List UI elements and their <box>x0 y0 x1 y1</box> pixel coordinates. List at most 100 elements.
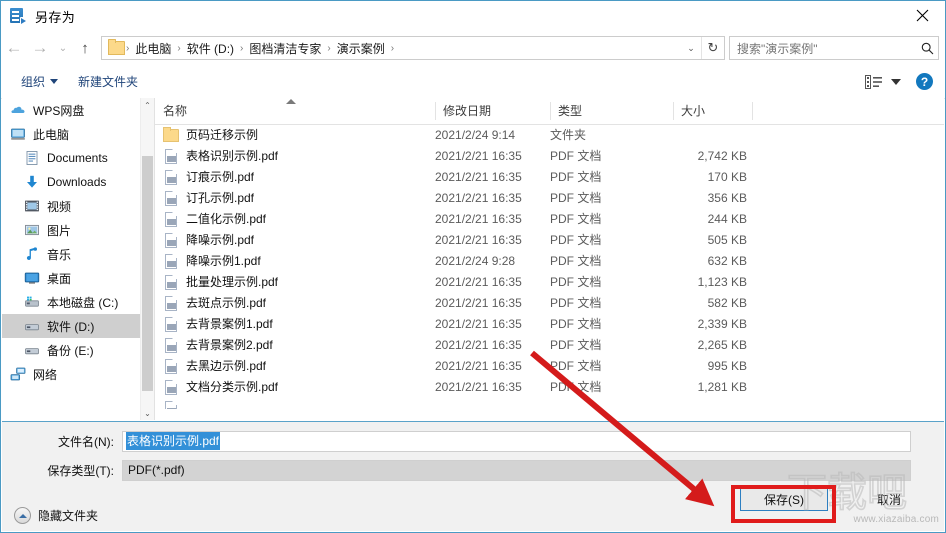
file-type-cell: 文件夹 <box>550 128 587 142</box>
sidebar-item-4[interactable]: 视频 <box>2 194 142 218</box>
documents-icon <box>24 150 40 166</box>
pdf-icon <box>163 338 179 354</box>
close-icon[interactable] <box>899 1 945 30</box>
table-row[interactable]: 页码迁移示例 2021/2/24 9:14 文件夹 <box>155 125 944 146</box>
file-size-cell: 1,123 KB <box>697 275 747 289</box>
sidebar-item-8[interactable]: 本地磁盘 (C:) <box>2 290 142 314</box>
sidebar-item-label: 此电脑 <box>33 127 70 142</box>
view-layout-icon[interactable] <box>864 74 884 90</box>
search-input[interactable]: 搜索"演示案例" <box>729 36 939 60</box>
system-drive-icon <box>24 294 40 310</box>
table-row[interactable]: 去斑点示例.pdf 2021/2/21 16:35 PDF 文档 582 KB <box>155 293 944 314</box>
pdf-icon <box>163 212 179 228</box>
table-row[interactable]: 降噪示例1.pdf 2021/2/24 9:28 PDF 文档 632 KB <box>155 251 944 272</box>
navigation-pane: WPS网盘此电脑 Documents Downloads 视频图片音乐桌面本地磁盘 (… <box>2 98 154 420</box>
up-button[interactable]: ↑ <box>73 35 97 61</box>
file-name-cell: 订孔示例.pdf <box>163 188 254 209</box>
column-header-date[interactable]: 修改日期 <box>435 98 550 124</box>
filename-input[interactable]: 表格识别示例.pdf <box>122 430 911 452</box>
sidebar-item-3[interactable]: Downloads <box>2 170 142 194</box>
sidebar-item-5[interactable]: 图片 <box>2 218 142 242</box>
file-date-cell: 2021/2/24 9:14 <box>435 128 516 142</box>
forward-button[interactable]: → <box>27 35 53 61</box>
sidebar-item-9[interactable]: 软件 (D:) <box>2 314 142 338</box>
breadcrumb-separator: › <box>390 42 395 54</box>
chevron-up-icon <box>14 507 31 524</box>
drive-icon <box>24 318 40 334</box>
table-row[interactable]: 订痕示例.pdf 2021/2/21 16:35 PDF 文档 170 KB <box>155 167 944 188</box>
file-size-cell: 356 KB <box>707 191 747 205</box>
file-name-label: 批量处理示例.pdf <box>186 275 279 289</box>
sidebar-scrollbar[interactable]: ⌃ ⌄ <box>140 98 154 420</box>
column-header-type[interactable]: 类型 <box>550 98 673 124</box>
file-type-cell: PDF 文档 <box>550 191 602 205</box>
folder-icon <box>108 39 125 55</box>
computer-icon <box>10 126 26 142</box>
table-row[interactable]: 表格识别示例.pdf 2021/2/21 16:35 PDF 文档 2,742 KB <box>155 146 944 167</box>
file-name-label: 页码迁移示例 <box>186 128 259 142</box>
command-bar-right: ? <box>864 73 945 90</box>
table-row[interactable]: 去背景案例2.pdf 2021/2/21 16:35 PDF 文档 2,265 KB <box>155 335 944 356</box>
recent-locations-button[interactable]: ⌄ <box>53 35 73 61</box>
sidebar-item-10[interactable]: 备份 (E:) <box>2 338 142 362</box>
table-row[interactable]: 去背景案例1.pdf 2021/2/21 16:35 PDF 文档 2,339 KB <box>155 314 944 335</box>
refresh-icon[interactable]: ↻ <box>701 37 724 59</box>
file-name-cell <box>163 398 186 409</box>
file-name-label: 去背景案例1.pdf <box>186 317 273 331</box>
window-title: 另存为 <box>35 9 76 25</box>
filetype-select[interactable]: PDF(*.pdf) <box>122 459 911 481</box>
save-button[interactable]: 保存(S) <box>740 487 828 511</box>
table-row[interactable]: 去黑边示例.pdf 2021/2/21 16:35 PDF 文档 995 KB <box>155 356 944 377</box>
view-options-chevron-icon[interactable] <box>891 78 901 85</box>
table-row[interactable]: 批量处理示例.pdf 2021/2/21 16:35 PDF 文档 1,123 KB <box>155 272 944 293</box>
sidebar-item-label: 软件 (D:) <box>47 319 95 334</box>
sidebar-item-label: 本地磁盘 (C:) <box>47 295 119 310</box>
sidebar-item-6[interactable]: 音乐 <box>2 242 142 266</box>
table-row[interactable]: 文档分类示例.pdf 2021/2/21 16:35 PDF 文档 1,281 KB <box>155 377 944 398</box>
help-icon[interactable]: ? <box>916 73 933 90</box>
sidebar-item-1[interactable]: 此电脑 <box>2 122 142 146</box>
hide-folders-label: 隐藏文件夹 <box>38 509 99 523</box>
desktop-icon <box>24 270 40 286</box>
sidebar-item-0[interactable]: WPS网盘 <box>2 98 142 122</box>
scroll-up-icon[interactable]: ⌃ <box>141 98 154 112</box>
sidebar-item-label: 图片 <box>47 223 72 238</box>
file-size-cell: 505 KB <box>707 233 747 247</box>
sidebar-item-label: 音乐 <box>47 247 72 262</box>
sidebar-item-2[interactable]: Documents <box>2 146 142 170</box>
scroll-down-icon[interactable]: ⌄ <box>141 406 154 420</box>
sidebar-item-11[interactable]: 网络 <box>2 362 142 386</box>
organize-button[interactable]: 组织 <box>11 73 68 90</box>
file-size-cell: 582 KB <box>707 296 747 310</box>
pdf-icon <box>163 170 179 186</box>
file-type-cell: PDF 文档 <box>550 380 602 394</box>
new-folder-button[interactable]: 新建文件夹 <box>68 73 148 90</box>
breadcrumb-item-1[interactable]: 软件 (D:) <box>182 40 239 57</box>
breadcrumb[interactable]: › 此电脑 › 软件 (D:) › 图档清洁专家 › 演示案例 › ⌄ ↻ <box>101 36 725 60</box>
cancel-button[interactable]: 取消 <box>845 487 933 511</box>
save-form: 文件名(N): 表格识别示例.pdf 保存类型(T): PDF(*.pdf) 隐… <box>2 421 944 531</box>
scrollbar-thumb[interactable] <box>142 156 153 391</box>
file-name-label: 二值化示例.pdf <box>186 212 267 226</box>
organize-label: 组织 <box>21 75 46 89</box>
chevron-down-icon[interactable]: ⌄ <box>681 43 701 54</box>
command-bar: 组织 新建文件夹 ? <box>1 65 945 99</box>
back-button[interactable]: ← <box>1 35 27 61</box>
table-row[interactable]: 订孔示例.pdf 2021/2/21 16:35 PDF 文档 356 KB <box>155 188 944 209</box>
sidebar-item-7[interactable]: 桌面 <box>2 266 142 290</box>
chevron-down-icon <box>50 79 59 84</box>
table-row[interactable]: 二值化示例.pdf 2021/2/21 16:35 PDF 文档 244 KB <box>155 209 944 230</box>
table-row[interactable]: 降噪示例.pdf 2021/2/21 16:35 PDF 文档 505 KB <box>155 230 944 251</box>
hide-folders-toggle[interactable]: 隐藏文件夹 <box>14 507 98 524</box>
column-header-size[interactable]: 大小 <box>673 98 753 124</box>
drive-icon <box>24 342 40 358</box>
file-name-label: 降噪示例.pdf <box>186 233 255 247</box>
breadcrumb-item-2[interactable]: 图档清洁专家 <box>244 40 326 57</box>
save-as-icon <box>10 8 28 25</box>
sidebar-item-label: WPS网盘 <box>33 103 85 118</box>
breadcrumb-item-0[interactable]: 此电脑 <box>130 40 176 57</box>
file-list-pane: 名称 修改日期 类型 大小 页码迁移示例 2021/2/24 9:14 文件夹 表格识… <box>155 98 944 420</box>
file-name-label: 去背景案例2.pdf <box>186 338 273 352</box>
table-row-partial[interactable] <box>155 398 944 409</box>
breadcrumb-item-3[interactable]: 演示案例 <box>332 40 390 57</box>
